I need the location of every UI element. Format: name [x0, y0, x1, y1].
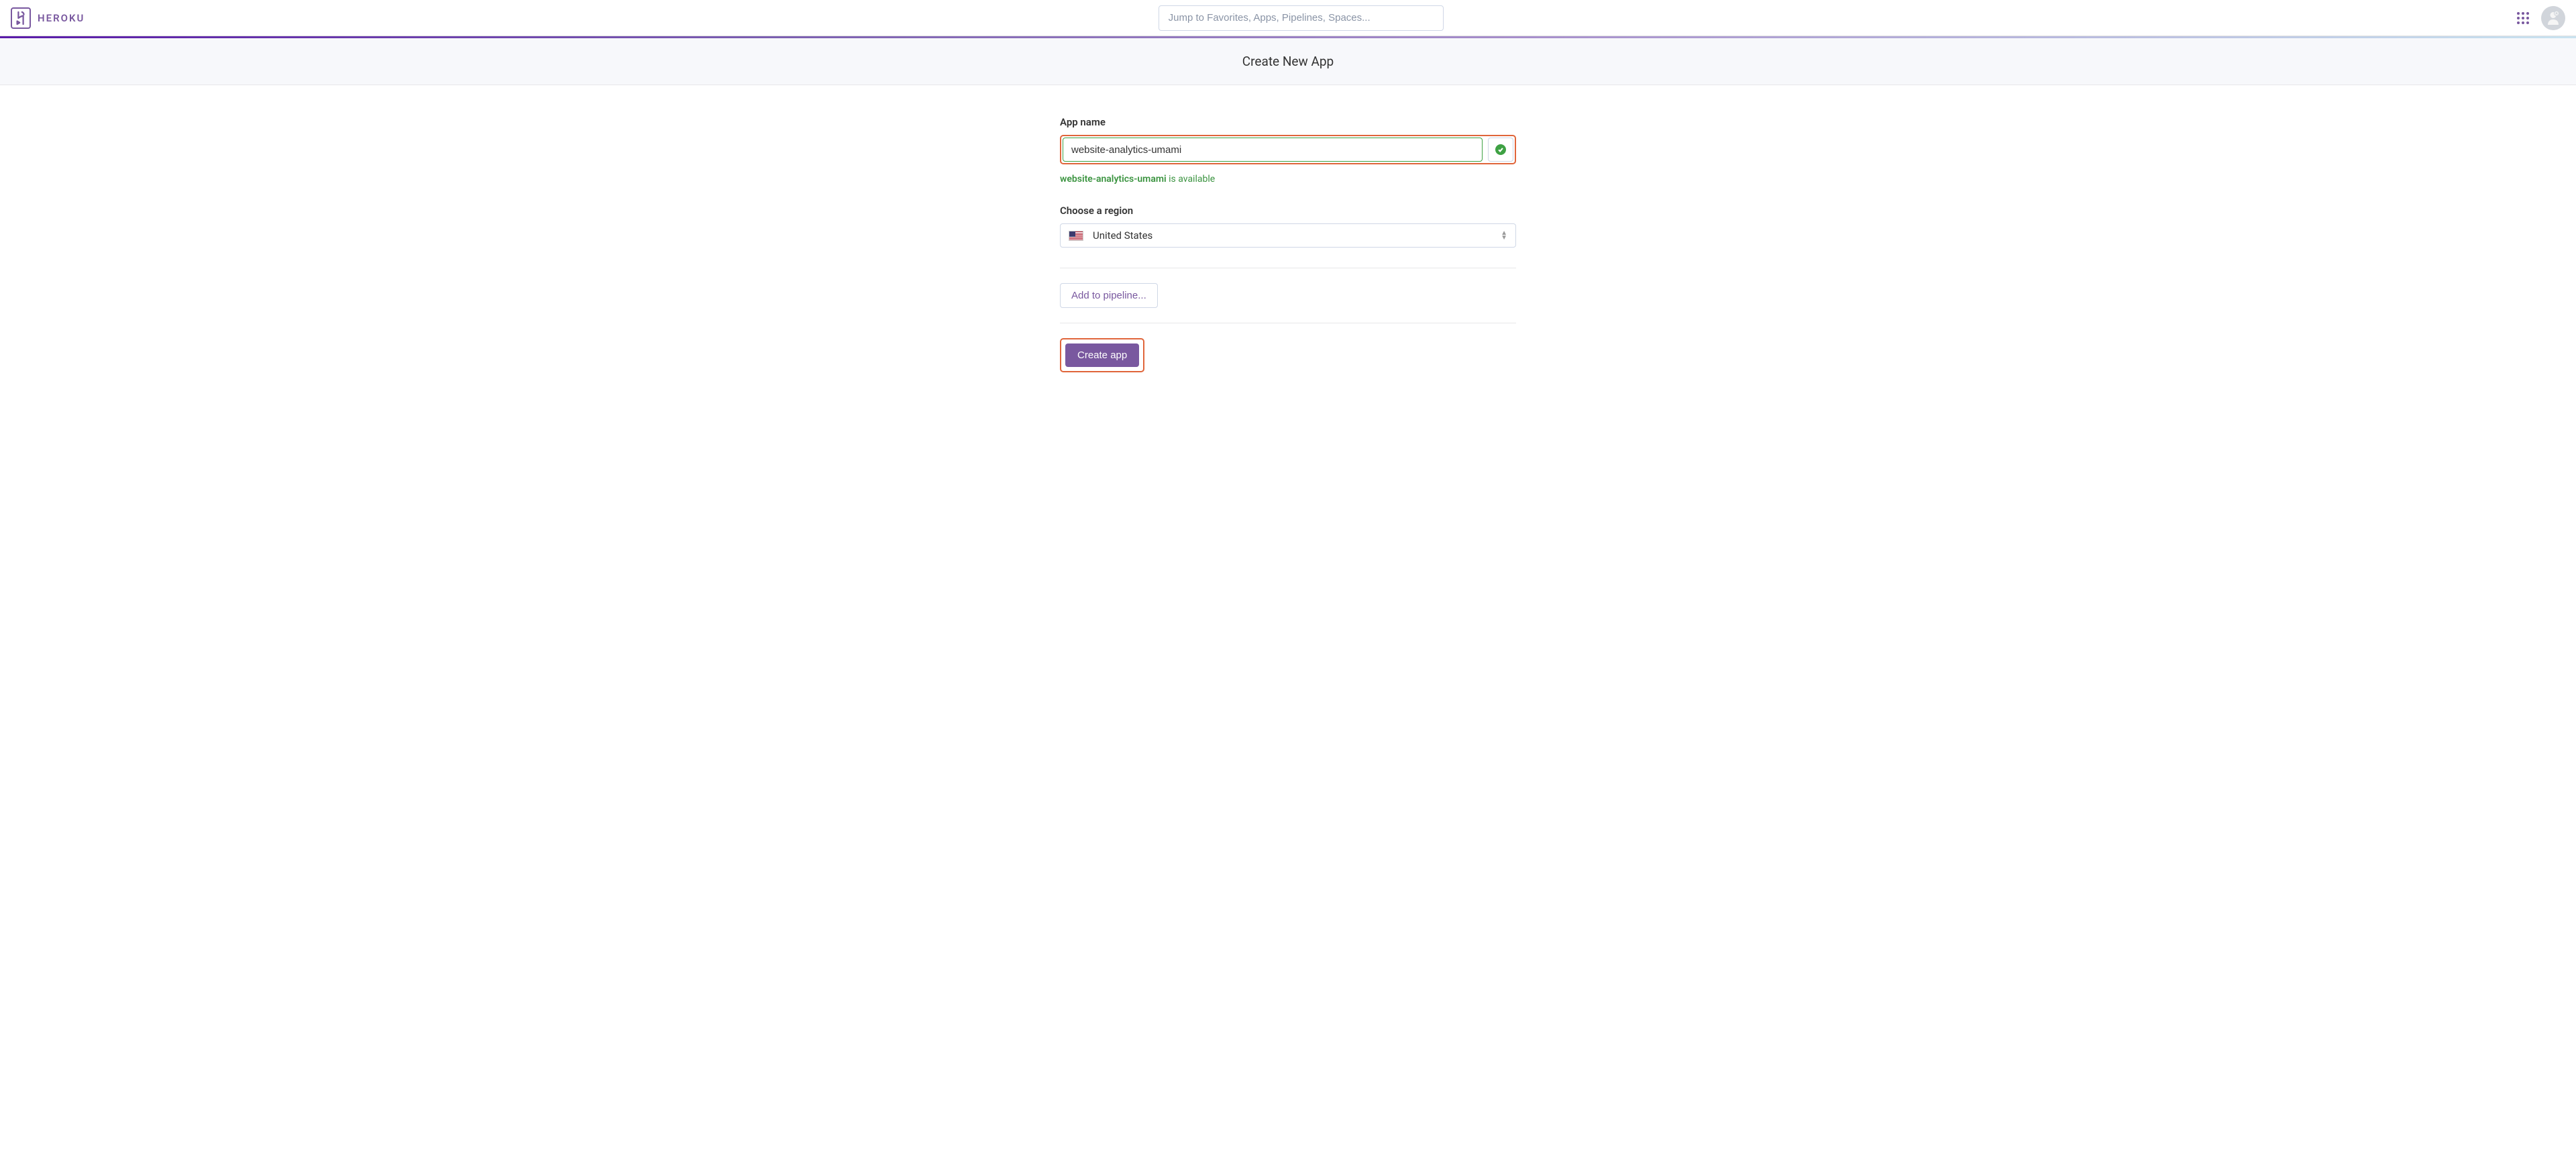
app-name-group: App name website-analytics-umami is avai…	[1060, 116, 1516, 184]
region-selected-text: United States	[1093, 229, 1152, 242]
select-arrows-icon: ▲▼	[1501, 231, 1507, 240]
availability-name: website-analytics-umami	[1060, 174, 1167, 184]
create-app-button[interactable]: Create app	[1065, 343, 1139, 367]
availability-suffix: is available	[1167, 174, 1216, 184]
add-to-pipeline-button[interactable]: Add to pipeline...	[1060, 283, 1158, 308]
app-name-highlight	[1060, 135, 1516, 164]
region-label: Choose a region	[1060, 205, 1516, 217]
avatar[interactable]	[2541, 6, 2565, 30]
page-title: Create New App	[0, 54, 2576, 69]
create-app-highlight: Create app	[1060, 338, 1144, 372]
heroku-logo[interactable]: HEROKU	[11, 7, 85, 29]
search-input[interactable]	[1159, 5, 1444, 31]
header-left: HEROKU	[11, 7, 85, 29]
header-right	[2517, 6, 2565, 30]
apps-grid-icon[interactable]	[2517, 12, 2529, 24]
heroku-logo-text: HEROKU	[38, 12, 85, 24]
app-name-input-row	[1063, 138, 1513, 162]
check-circle-icon	[1495, 144, 1506, 155]
availability-message: website-analytics-umami is available	[1060, 174, 1516, 184]
page-title-section: Create New App	[0, 38, 2576, 85]
region-select[interactable]: United States ▲▼	[1060, 223, 1516, 248]
app-name-label: App name	[1060, 116, 1516, 128]
app-name-input[interactable]	[1063, 138, 1483, 162]
availability-check-badge	[1488, 138, 1513, 162]
region-group: Choose a region United States ▲▼	[1060, 205, 1516, 248]
main-content: App name website-analytics-umami is avai…	[1060, 85, 1516, 388]
us-flag-icon	[1069, 231, 1083, 241]
header: HEROKU	[0, 0, 2576, 36]
heroku-logo-icon	[11, 7, 31, 29]
header-center	[85, 5, 2517, 31]
region-select-left: United States	[1069, 229, 1152, 242]
